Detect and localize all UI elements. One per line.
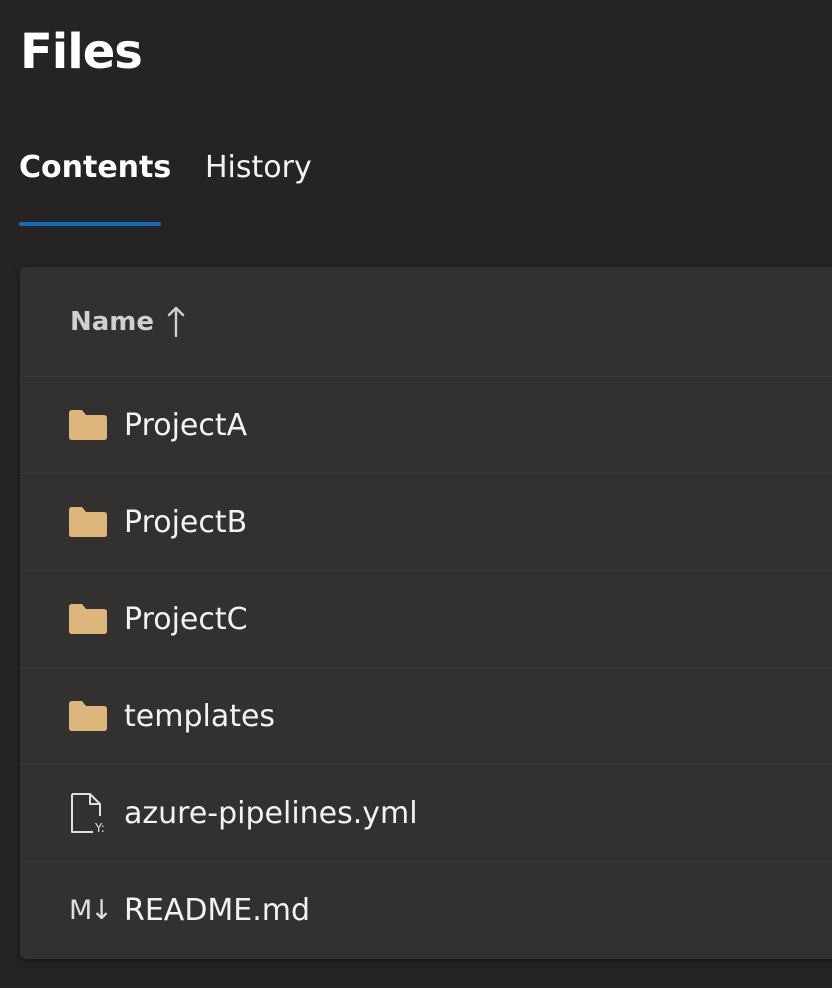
yaml-file-icon: Y: (69, 793, 109, 834)
file-row-readme[interactable]: M↓ README.md (20, 862, 832, 959)
svg-text:Y:: Y: (94, 821, 105, 834)
file-row-projectb[interactable]: ProjectB (20, 474, 832, 571)
file-name: ProjectB (124, 504, 248, 540)
column-header-label: Name (70, 306, 155, 337)
file-name: ProjectC (124, 601, 248, 637)
file-name: README.md (124, 893, 311, 928)
file-name: azure-pipelines.yml (124, 795, 418, 831)
file-row-projectc[interactable]: ProjectC (20, 571, 832, 668)
tab-bar: Contents History (19, 140, 312, 228)
tab-history[interactable]: History (205, 140, 312, 228)
markdown-icon: M↓ (69, 894, 113, 926)
folder-icon (69, 502, 109, 542)
tab-contents[interactable]: Contents (19, 140, 171, 228)
column-header-name[interactable]: Name (20, 267, 832, 377)
file-list: Name ProjectA ProjectB ProjectC template… (20, 267, 832, 959)
file-row-templates[interactable]: templates (20, 668, 832, 765)
folder-icon (69, 599, 109, 639)
sort-ascending-icon[interactable] (166, 305, 186, 339)
folder-icon (69, 405, 109, 445)
page-title: Files (20, 24, 143, 80)
folder-icon (69, 696, 109, 736)
file-name: templates (124, 698, 276, 734)
file-row-azure-pipelines[interactable]: Y: azure-pipelines.yml (20, 765, 832, 862)
file-row-projecta[interactable]: ProjectA (20, 377, 832, 474)
file-name: ProjectA (124, 407, 248, 443)
